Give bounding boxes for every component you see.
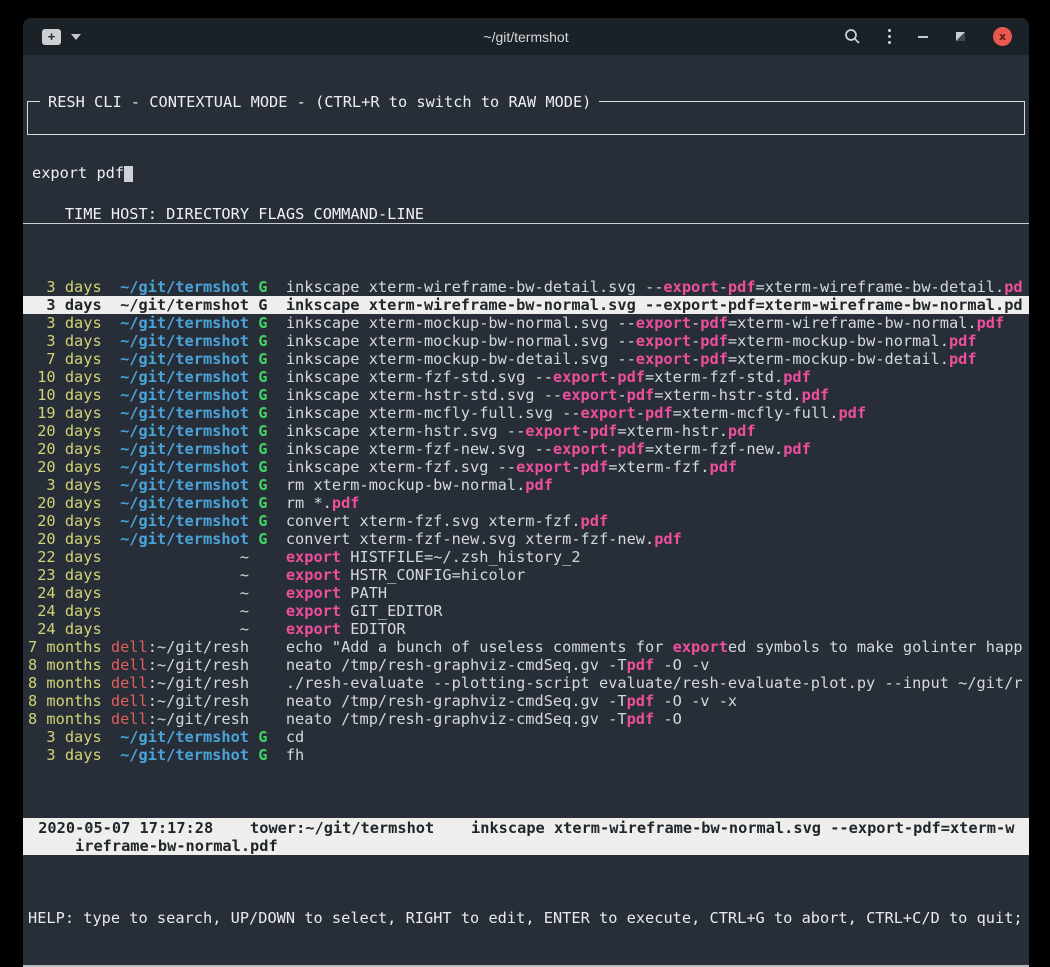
history-row[interactable]: 8 monthsdell:~/git/reshneato /tmp/resh-g… — [23, 692, 1029, 710]
menu-button[interactable] — [888, 27, 892, 47]
selected-entry-detail-bar: 2020-05-07 17:17:28 tower:~/git/termshot… — [23, 818, 1029, 855]
history-row[interactable]: 23 days~export HSTR_CONFIG=hicolor — [23, 566, 1029, 584]
help-bar: HELP: type to search, UP/DOWN to select,… — [23, 909, 1029, 928]
history-row[interactable]: 3 days~/git/termshotGcd — [23, 728, 1029, 746]
kebab-menu-icon — [888, 29, 892, 45]
minimize-icon — [918, 36, 928, 38]
history-row[interactable]: 20 days~/git/termshotGinkscape xterm-fzf… — [23, 458, 1029, 476]
search-panel: RESH CLI - CONTEXTUAL MODE - (CTRL+R to … — [27, 101, 1025, 135]
close-button[interactable]: x — [993, 27, 1012, 46]
history-row[interactable]: 3 days~/git/termshotGinkscape xterm-mock… — [23, 332, 1029, 350]
history-row[interactable]: 20 days~/git/termshotGrm *.pdf — [23, 494, 1029, 512]
detail-line-1: 2020-05-07 17:17:28 tower:~/git/termshot… — [29, 819, 1029, 837]
history-row[interactable]: 22 days~export HISTFILE=~/.zsh_history_2 — [23, 548, 1029, 566]
detail-line-2: ireframe-bw-normal.pdf — [29, 837, 1029, 855]
history-row[interactable]: 19 days~/git/termshotGinkscape xterm-mcf… — [23, 404, 1029, 422]
search-query-text: export pdf — [32, 164, 124, 182]
history-row[interactable]: 20 days~/git/termshotGconvert xterm-fzf.… — [23, 512, 1029, 530]
chevron-down-icon[interactable] — [71, 34, 81, 40]
history-row[interactable]: 10 days~/git/termshotGinkscape xterm-fzf… — [23, 368, 1029, 386]
search-button[interactable] — [844, 27, 861, 47]
history-row[interactable]: 20 days~/git/termshotGinkscape xterm-hst… — [23, 422, 1029, 440]
search-icon — [844, 28, 861, 45]
history-row[interactable]: 24 days~export GIT_EDITOR — [23, 602, 1029, 620]
history-row[interactable]: 24 days~export PATH — [23, 584, 1029, 602]
history-row[interactable]: 7 monthsdell:~/git/reshecho "Add a bunch… — [23, 638, 1029, 656]
history-row[interactable]: 3 days~/git/termshotGfh — [23, 746, 1029, 764]
restore-icon — [955, 31, 966, 42]
history-list: 3 days~/git/termshotGinkscape xterm-wire… — [23, 278, 1029, 764]
restore-button[interactable] — [955, 27, 966, 47]
history-row[interactable]: 24 days~export EDITOR — [23, 620, 1029, 638]
minimize-button[interactable] — [918, 27, 928, 47]
terminal-body: RESH CLI - CONTEXTUAL MODE - (CTRL+R to … — [23, 55, 1029, 965]
history-row[interactable]: 20 days~/git/termshotGinkscape xterm-fzf… — [23, 440, 1029, 458]
new-tab-button[interactable]: + — [42, 29, 61, 45]
search-panel-title: RESH CLI - CONTEXTUAL MODE - (CTRL+R to … — [40, 93, 599, 111]
history-row[interactable]: 8 monthsdell:~/git/resh./resh-evaluate -… — [23, 674, 1029, 692]
terminal-window: + ~/git/termshot x — [23, 18, 1029, 967]
history-row[interactable]: 3 days~/git/termshotGrm xterm-mockup-bw-… — [23, 476, 1029, 494]
history-row[interactable]: 10 days~/git/termshotGinkscape xterm-hst… — [23, 386, 1029, 404]
history-row-selected[interactable]: 3 days~/git/termshotGinkscape xterm-wire… — [23, 296, 1029, 314]
history-row[interactable]: 8 monthsdell:~/git/reshneato /tmp/resh-g… — [23, 656, 1029, 674]
text-cursor — [124, 166, 133, 182]
search-input[interactable]: export pdf — [28, 156, 1024, 182]
history-row[interactable]: 3 days~/git/termshotGinkscape xterm-wire… — [23, 278, 1029, 296]
history-row[interactable]: 3 days~/git/termshotGinkscape xterm-mock… — [23, 314, 1029, 332]
titlebar: + ~/git/termshot x — [23, 18, 1029, 55]
history-row[interactable]: 7 days~/git/termshotGinkscape xterm-mock… — [23, 350, 1029, 368]
history-row[interactable]: 8 monthsdell:~/git/reshneato /tmp/resh-g… — [23, 710, 1029, 728]
history-row[interactable]: 20 days~/git/termshotGconvert xterm-fzf-… — [23, 530, 1029, 548]
